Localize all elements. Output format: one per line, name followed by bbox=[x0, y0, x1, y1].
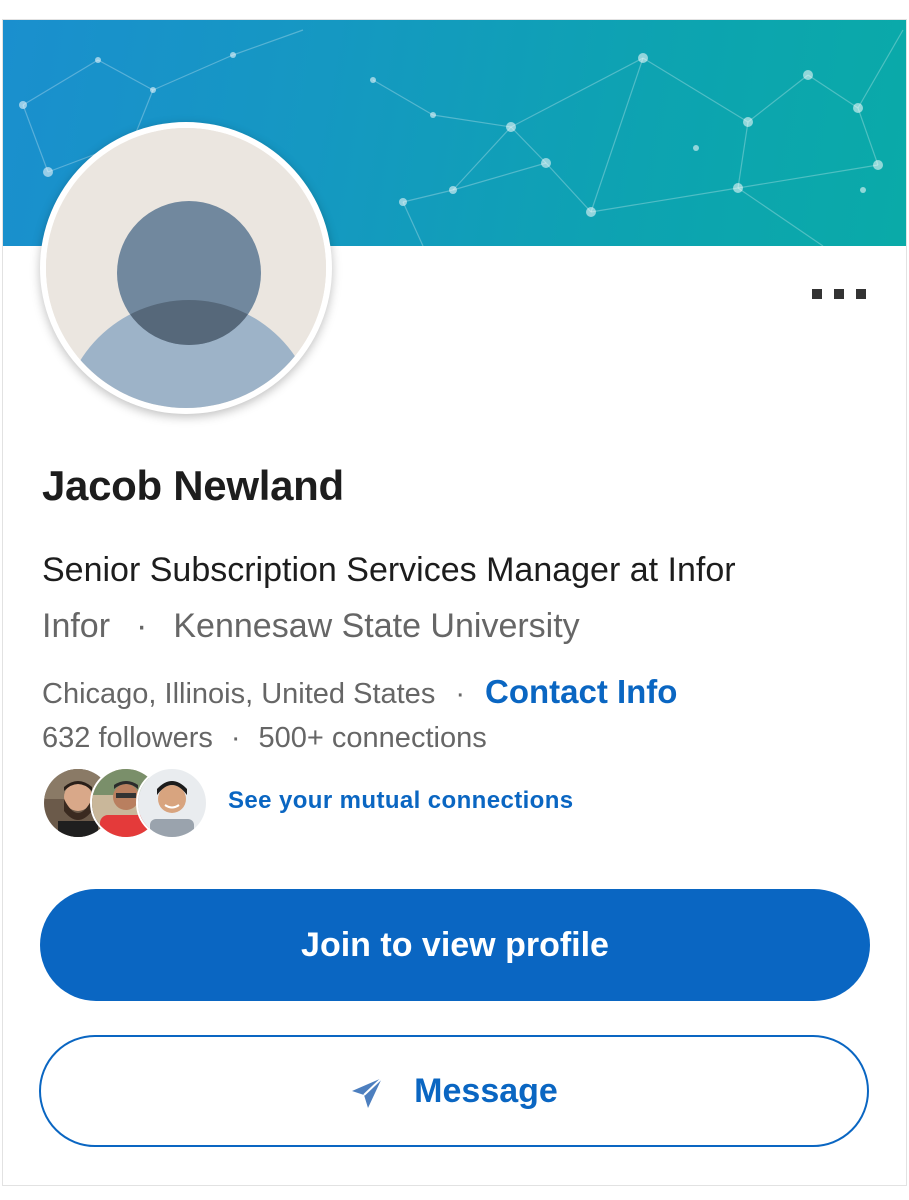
default-avatar-icon bbox=[46, 128, 326, 408]
profile-headline: Senior Subscription Services Manager at … bbox=[42, 551, 736, 589]
profile-company[interactable]: Infor bbox=[42, 607, 110, 645]
send-icon bbox=[352, 1077, 383, 1108]
contact-info-link[interactable]: Contact Info bbox=[485, 673, 677, 710]
more-dot bbox=[812, 289, 822, 299]
profile-location: Chicago, Illinois, United States bbox=[42, 678, 436, 710]
see-mutual-connections-link[interactable]: See your mutual connections bbox=[228, 787, 574, 815]
connections-count: 500+ connections bbox=[258, 722, 487, 754]
separator-dot: · bbox=[455, 678, 465, 710]
more-dot bbox=[856, 289, 866, 299]
followers-count: 632 followers bbox=[42, 722, 213, 754]
join-to-view-profile-button[interactable]: Join to view profile bbox=[40, 889, 870, 1001]
profile-card: Jacob Newland Senior Subscription Servic… bbox=[2, 19, 907, 1186]
profile-name: Jacob Newland bbox=[42, 462, 344, 509]
profile-avatar[interactable] bbox=[40, 122, 332, 414]
profile-org-line: Infor · Kennesaw State University bbox=[42, 607, 580, 646]
separator-dot: · bbox=[136, 607, 148, 645]
separator-dot: · bbox=[230, 722, 241, 754]
profile-school[interactable]: Kennesaw State University bbox=[173, 607, 579, 645]
more-horizontal-icon[interactable] bbox=[812, 282, 866, 306]
mutual-connections[interactable]: See your mutual connections bbox=[42, 767, 742, 839]
profile-location-line: Chicago, Illinois, United States · Contact… bbox=[42, 673, 677, 711]
mutual-avatar-3 bbox=[136, 767, 208, 839]
message-button[interactable]: Message bbox=[39, 1035, 869, 1147]
profile-stats: 632 followers · 500+ connections bbox=[42, 722, 487, 755]
message-button-label: Message bbox=[414, 1071, 558, 1110]
more-dot bbox=[834, 289, 844, 299]
